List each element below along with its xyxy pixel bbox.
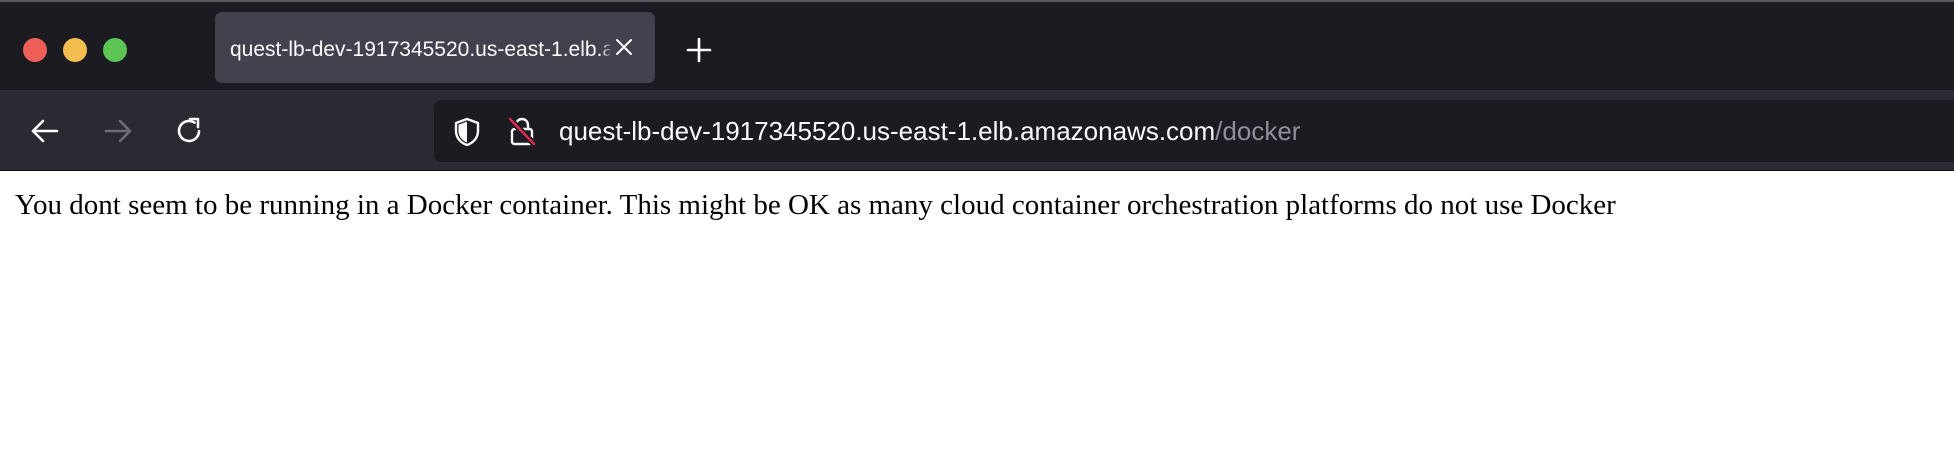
window-close-button[interactable] (23, 38, 47, 62)
url-text[interactable]: quest-lb-dev-1917345520.us-east-1.elb.am… (559, 116, 1300, 146)
arrow-left-icon[interactable] (28, 114, 62, 148)
shield-icon[interactable] (451, 116, 483, 148)
url-path: /docker (1215, 116, 1301, 146)
window-maximize-button[interactable] (103, 38, 127, 62)
navigation-toolbar: quest-lb-dev-1917345520.us-east-1.elb.am… (0, 90, 1954, 170)
plus-icon[interactable] (684, 35, 714, 65)
insecure-lock-icon[interactable] (506, 115, 538, 147)
reload-icon[interactable] (172, 114, 206, 148)
arrow-right-icon[interactable] (101, 114, 135, 148)
address-bar[interactable]: quest-lb-dev-1917345520.us-east-1.elb.am… (434, 100, 1954, 162)
window-minimize-button[interactable] (63, 38, 87, 62)
url-host: quest-lb-dev-1917345520.us-east-1.elb.am… (559, 116, 1216, 146)
page-message: You dont seem to be running in a Docker … (15, 189, 1616, 221)
browser-chrome: quest-lb-dev-1917345520.us-east-1.elb.am… (0, 0, 1954, 171)
page-content: You dont seem to be running in a Docker … (0, 171, 1954, 456)
tab-bar: quest-lb-dev-1917345520.us-east-1.elb.am… (0, 0, 1954, 90)
tab-active[interactable]: quest-lb-dev-1917345520.us-east-1.elb.am… (215, 12, 655, 83)
close-icon[interactable] (612, 35, 636, 59)
tab-title: quest-lb-dev-1917345520.us-east-1.elb.am… (230, 38, 610, 61)
